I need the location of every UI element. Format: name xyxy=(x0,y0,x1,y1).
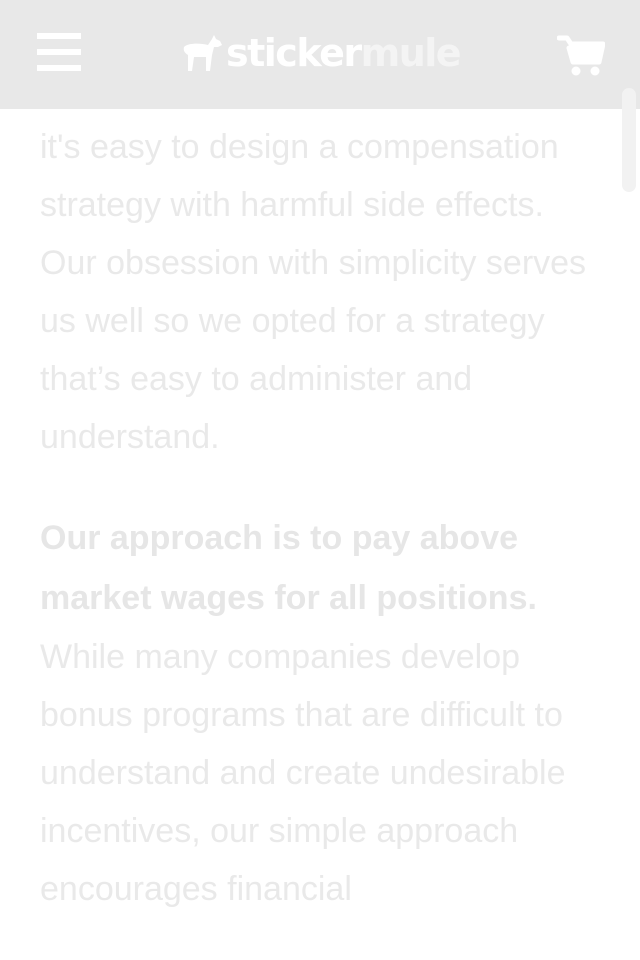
paragraph-pay-approach: Our approach is to pay above market wage… xyxy=(40,508,600,918)
paragraph-continuation: While many companies develop bonus progr… xyxy=(40,638,566,908)
logo-wordmark: stickermule xyxy=(226,28,462,78)
cart-glyph xyxy=(556,35,606,76)
article-body: it's easy to design a compensation strat… xyxy=(40,118,600,960)
logo-word-mule: mule xyxy=(360,31,462,75)
shopping-cart-icon[interactable] xyxy=(556,34,606,78)
scrollbar[interactable] xyxy=(622,88,636,192)
paragraph-bold-lead: Our approach is to pay above market wage… xyxy=(40,519,537,617)
top-navigation-bar: stickermule xyxy=(0,0,640,109)
stickermule-logo[interactable]: stickermule xyxy=(180,28,462,78)
logo-word-sticker: sticker xyxy=(226,31,362,75)
paragraph-compensation-strategy: it's easy to design a compensation strat… xyxy=(40,128,587,456)
menu-line xyxy=(37,33,81,39)
menu-line xyxy=(37,49,81,55)
mule-logo-icon xyxy=(183,35,222,71)
hamburger-menu-icon[interactable] xyxy=(37,33,81,73)
menu-line xyxy=(37,65,81,71)
